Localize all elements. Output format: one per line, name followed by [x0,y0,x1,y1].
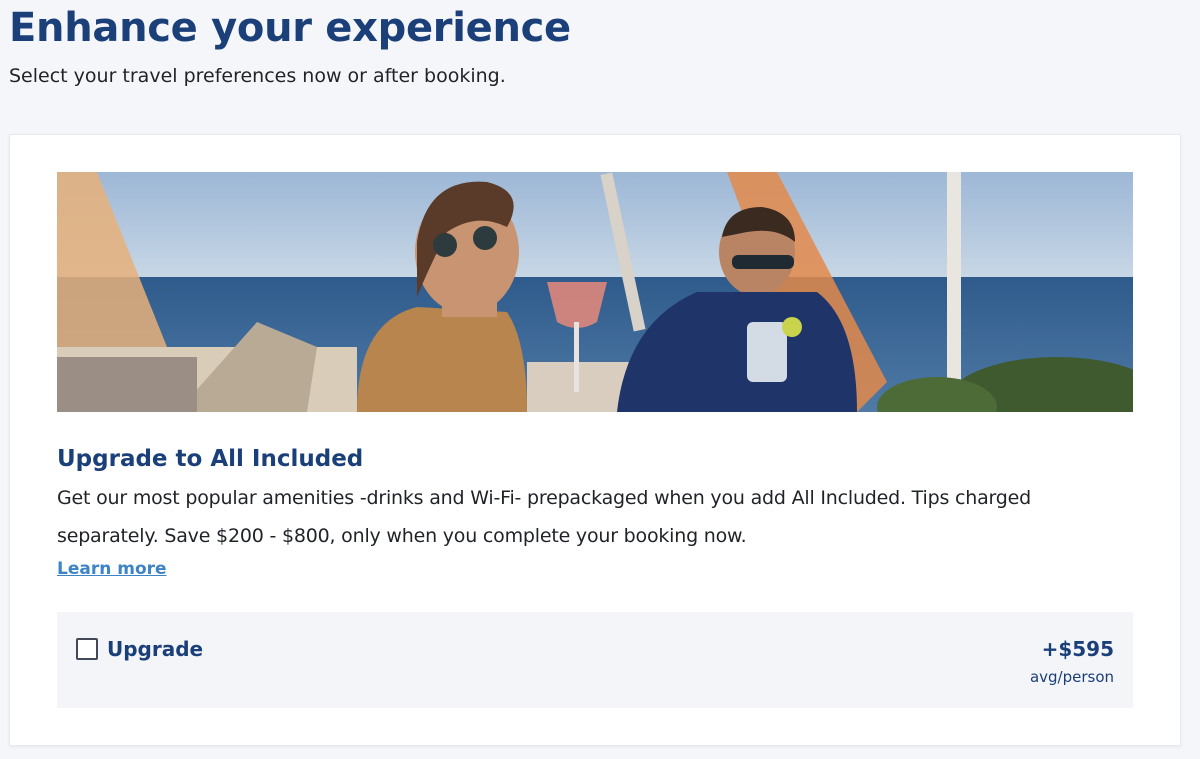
upgrade-option[interactable]: Upgrade +$595 avg/person [57,612,1133,708]
offer-title: Upgrade to All Included [57,446,364,472]
offer-description: Get our most popular amenities -drinks a… [57,487,1031,547]
upgrade-price: +$595 [1041,637,1114,661]
offer-hero-image [57,172,1133,412]
upgrade-option-label[interactable]: Upgrade [107,636,203,662]
page-title: Enhance your experience [9,5,571,51]
page-subtitle: Select your travel preferences now or af… [9,65,506,87]
learn-more-link[interactable]: Learn more [57,558,167,580]
upgrade-price-unit: avg/person [1029,668,1114,686]
all-included-offer-card: Upgrade to All Included Get our most pop… [9,134,1181,746]
upgrade-checkbox[interactable] [76,638,98,660]
